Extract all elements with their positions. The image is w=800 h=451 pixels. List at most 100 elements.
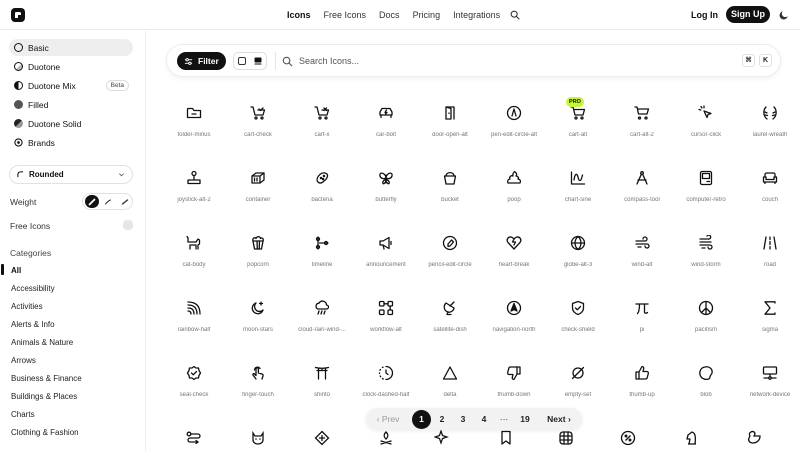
category-business-finance[interactable]: Business & Finance xyxy=(11,374,82,383)
nav-docs-link[interactable]: Docs xyxy=(379,10,400,20)
category-alerts-info[interactable]: Alerts & Info xyxy=(11,320,55,329)
weight-bold-option[interactable] xyxy=(85,195,100,208)
icon-cell-cart-check[interactable]: cart-check xyxy=(226,98,290,158)
style-brands[interactable]: Brands xyxy=(9,134,133,151)
route-icon[interactable] xyxy=(186,430,202,446)
waffle-icon[interactable] xyxy=(558,430,574,446)
icon-cell-pi[interactable]: pi xyxy=(610,293,674,353)
weight-regular-option[interactable] xyxy=(101,195,115,208)
icon-cell-wind-storm[interactable]: wind-storm xyxy=(674,228,738,288)
category-animals-nature[interactable]: Animals & Nature xyxy=(11,338,73,347)
icon-cell-computer-retro[interactable]: computer-retro xyxy=(674,163,738,223)
page-3-button[interactable]: 3 xyxy=(457,408,469,430)
category-clothing-fashion[interactable]: Clothing & Fashion xyxy=(11,428,79,437)
campfire-icon[interactable] xyxy=(378,430,394,446)
icon-cell-network-device[interactable]: network-device xyxy=(738,358,800,418)
icon-cell-globe-alt-3[interactable]: globe-alt-3 xyxy=(546,228,610,288)
category-charts[interactable]: Charts xyxy=(11,410,35,419)
icon-cell-compass-tool[interactable]: compass-tool xyxy=(610,163,674,223)
page-2-button[interactable]: 2 xyxy=(436,408,448,430)
brand-logo-icon[interactable] xyxy=(10,7,26,23)
category-buildings-places[interactable]: Buildings & Places xyxy=(11,392,77,401)
icon-cell-wind-alt[interactable]: wind-alt xyxy=(610,228,674,288)
page-4-button[interactable]: 4 xyxy=(478,408,490,430)
icon-cell-seal-check[interactable]: seal-check xyxy=(162,358,226,418)
category-all[interactable]: All xyxy=(11,266,21,275)
icon-cell-cart-x[interactable]: cart-x xyxy=(290,98,354,158)
icon-cell-cursor-click[interactable]: cursor-click xyxy=(674,98,738,158)
nav-icons-link[interactable]: Icons xyxy=(287,10,311,20)
page-1-button[interactable]: 1 xyxy=(412,409,431,429)
icon-cell-car-bolt[interactable]: car-bolt xyxy=(354,98,418,158)
free-icons-toggle[interactable] xyxy=(123,220,133,230)
icon-cell-pacifism[interactable]: pacifism xyxy=(674,293,738,353)
icon-cell-thumb-up[interactable]: thumb-up xyxy=(610,358,674,418)
icon-cell-pencil-edit-circle[interactable]: pencil-edit-circle xyxy=(418,228,482,288)
nav-free-icons-link[interactable]: Free Icons xyxy=(324,10,367,20)
icon-cell-container[interactable]: container xyxy=(226,163,290,223)
icon-cell-rainbow-half[interactable]: rainbow-half xyxy=(162,293,226,353)
icon-cell-sigma[interactable]: sigma xyxy=(738,293,800,353)
icon-cell-moon-stars[interactable]: moon-stars xyxy=(226,293,290,353)
icon-cell-folder-minus[interactable]: folder-minus xyxy=(162,98,226,158)
icon-cell-pen-edit-circle-alt[interactable]: pen-edit-circle-alt xyxy=(482,98,546,158)
icon-cell-shinto[interactable]: shinto xyxy=(290,358,354,418)
rubber-duck-icon[interactable] xyxy=(746,430,762,446)
nav-pricing-link[interactable]: Pricing xyxy=(413,10,441,20)
icon-cell-bacteria[interactable]: bacteria xyxy=(290,163,354,223)
icon-cell-cloud-rain-wind-[interactable]: cloud-rain-wind-... xyxy=(290,293,354,353)
icon-cell-door-open-alt[interactable]: door-open-alt xyxy=(418,98,482,158)
icon-cell-laurel-wreath[interactable]: laurel-wreath xyxy=(738,98,800,158)
prev-page-button[interactable]: ‹ Prev xyxy=(373,408,403,430)
icon-cell-workflow-alt[interactable]: workflow-alt xyxy=(354,293,418,353)
sparkles-icon[interactable] xyxy=(434,430,450,446)
icon-cell-heart-break[interactable]: heart-break xyxy=(482,228,546,288)
icon-cell-cart-alt-2[interactable]: cart-alt-2 xyxy=(610,98,674,158)
bookmark-icon[interactable] xyxy=(498,430,514,446)
percent-badge-icon[interactable] xyxy=(620,430,636,446)
page-19-button[interactable]: 19 xyxy=(518,408,532,430)
weight-light-option[interactable] xyxy=(118,195,132,208)
icon-cell-blob[interactable]: blob xyxy=(674,358,738,418)
hospital-cross-icon[interactable] xyxy=(314,430,330,446)
icon-cell-announcement[interactable]: announcement xyxy=(354,228,418,288)
filter-button[interactable]: Filter xyxy=(177,52,226,70)
category-activities[interactable]: Activities xyxy=(11,302,43,311)
icon-cell-satellite-dish[interactable]: satellite-dish xyxy=(418,293,482,353)
nav-integrations-link[interactable]: Integrations xyxy=(453,10,500,20)
light-view-icon[interactable] xyxy=(238,57,246,65)
icon-cell-finger-touch[interactable]: finger-touch xyxy=(226,358,290,418)
icon-cell-popcorn[interactable]: popcorn xyxy=(226,228,290,288)
style-duotone-solid[interactable]: Duotone Solid xyxy=(9,115,133,132)
dark-view-icon[interactable] xyxy=(254,57,262,65)
view-mode-toggle[interactable] xyxy=(233,52,267,70)
icon-cell-road[interactable]: road xyxy=(738,228,800,288)
search-icon[interactable] xyxy=(510,10,520,20)
icon-cell-bucket[interactable]: bucket xyxy=(418,163,482,223)
icon-cell-butterfly[interactable]: butterfly xyxy=(354,163,418,223)
style-duotone[interactable]: Duotone xyxy=(9,58,133,75)
icon-cell-cat-body[interactable]: cat-body xyxy=(162,228,226,288)
icon-cell-cart-alt[interactable]: cart-alt xyxy=(546,98,610,158)
category-arrows[interactable]: Arrows xyxy=(11,356,36,365)
icon-cell-joystick-alt-2[interactable]: joystick-alt-2 xyxy=(162,163,226,223)
corner-style-select[interactable]: Rounded xyxy=(9,165,133,184)
style-basic[interactable]: Basic xyxy=(9,39,133,56)
search-input[interactable] xyxy=(299,53,599,69)
icon-cell-check-shield[interactable]: check-shield xyxy=(546,293,610,353)
icon-cell-couch[interactable]: couch xyxy=(738,163,800,223)
icon-cell-navigation-north[interactable]: navigation-north xyxy=(482,293,546,353)
login-link[interactable]: Log In xyxy=(691,10,718,20)
icon-cell-timeline[interactable]: timeline xyxy=(290,228,354,288)
cat-face-icon[interactable] xyxy=(250,430,266,446)
category-accessibility[interactable]: Accessibility xyxy=(11,284,55,293)
style-filled[interactable]: Filled xyxy=(9,96,133,113)
dark-mode-toggle-icon[interactable] xyxy=(779,9,790,20)
free-icons-label: Free Icons xyxy=(10,221,51,231)
icon-cell-poop[interactable]: poop xyxy=(482,163,546,223)
next-page-button[interactable]: Next › xyxy=(542,408,576,430)
icon-cell-chart-sine[interactable]: chart-sine xyxy=(546,163,610,223)
style-duotone-mix[interactable]: Duotone Mix Beta xyxy=(9,77,133,94)
chess-knight-icon[interactable] xyxy=(684,430,700,446)
signup-button[interactable]: Sign Up xyxy=(726,6,770,23)
